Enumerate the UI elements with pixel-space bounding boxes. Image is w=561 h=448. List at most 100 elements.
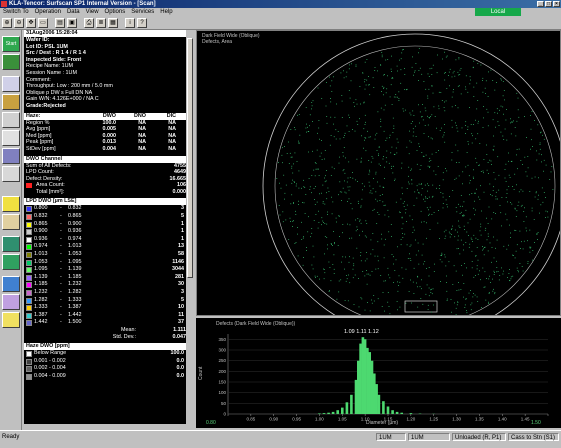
defect-dot <box>392 117 394 119</box>
network-icon[interactable] <box>2 294 20 310</box>
defect-dot <box>419 146 420 147</box>
lpd-bin-dash: - <box>60 289 62 295</box>
defect-dot <box>479 143 481 144</box>
haze-swatch[interactable] <box>26 373 32 380</box>
defect-dot <box>471 250 473 252</box>
tools-icon[interactable] <box>2 166 20 182</box>
help-icon[interactable]: ? <box>137 18 147 28</box>
defect-dot <box>383 130 385 132</box>
defect-dot <box>382 186 384 188</box>
menu-services[interactable]: Services <box>128 8 157 16</box>
defect-dot <box>469 194 470 196</box>
defect-dot <box>529 247 531 249</box>
defect-dot <box>543 170 544 172</box>
start-button[interactable]: Start <box>2 36 20 52</box>
setup-icon[interactable] <box>2 148 20 164</box>
defect-dot <box>330 175 332 176</box>
defect-dot <box>308 131 310 132</box>
export-icon[interactable] <box>2 214 20 230</box>
chart-icon[interactable] <box>2 94 20 110</box>
defect-dot <box>360 160 362 162</box>
defect-dot <box>490 282 491 283</box>
menu-data[interactable]: Data <box>64 8 83 16</box>
save-icon[interactable]: ▣ <box>67 18 77 28</box>
menu-operation[interactable]: Operation <box>32 8 64 16</box>
lpd-bin-swatch[interactable] <box>26 320 32 327</box>
report-icon[interactable]: ≣ <box>96 18 106 28</box>
lpd-bin-swatch[interactable] <box>26 282 32 289</box>
database-icon[interactable] <box>2 276 20 292</box>
overlay-icon[interactable] <box>2 254 20 270</box>
lpd-bin-swatch[interactable] <box>26 236 32 243</box>
maximize-button[interactable]: □ <box>545 1 552 7</box>
defect-dot <box>455 207 457 208</box>
lpd-bin-swatch[interactable] <box>26 305 32 312</box>
defect-dot <box>457 301 458 303</box>
select-icon[interactable]: ▭ <box>38 18 48 28</box>
zoom-in-icon[interactable]: ⊕ <box>2 18 12 28</box>
haze-swatch[interactable] <box>26 358 32 365</box>
panel-scrollbar-thumb[interactable] <box>187 38 193 278</box>
close-button[interactable]: × <box>553 1 560 7</box>
info-icon[interactable]: i <box>125 18 135 28</box>
lpd-bin-swatch[interactable] <box>26 259 32 266</box>
defect-dot <box>485 227 487 229</box>
menu-bar: Switch To Operation Data View Options Se… <box>0 8 561 16</box>
menu-switch-to[interactable]: Switch To <box>0 8 32 16</box>
lpd-bin-swatch[interactable] <box>26 221 32 228</box>
wafer-map-icon[interactable] <box>2 236 20 252</box>
pan-icon[interactable]: ✥ <box>26 18 36 28</box>
open-icon[interactable]: ▤ <box>55 18 65 28</box>
defect-dot <box>486 154 488 155</box>
lpd-bin-swatch[interactable] <box>26 214 32 221</box>
lpd-bin-swatch[interactable] <box>26 312 32 319</box>
haze-swatch[interactable] <box>26 351 32 358</box>
defect-dot <box>353 265 355 267</box>
defect-dot <box>510 133 512 135</box>
defect-dot <box>524 156 526 158</box>
grid-icon[interactable]: ▦ <box>108 18 118 28</box>
defect-dot <box>333 231 334 232</box>
defect-dot <box>393 96 395 98</box>
menu-view[interactable]: View <box>83 8 102 16</box>
defect-dot <box>417 276 419 278</box>
menu-help[interactable]: Help <box>157 8 175 16</box>
lpd-bin-swatch[interactable] <box>26 229 32 236</box>
calibrate-icon[interactable] <box>2 112 20 128</box>
dwo-row: Sum of All Defects: 4755 <box>24 163 186 170</box>
defect-dot <box>367 130 368 132</box>
haze-swatch[interactable] <box>26 366 32 373</box>
folder-icon[interactable] <box>2 196 20 212</box>
lpd-bin-swatch[interactable] <box>26 290 32 296</box>
lpd-bin-swatch[interactable] <box>26 274 32 281</box>
print-icon[interactable]: ⎙ <box>84 18 94 28</box>
lpd-bin-swatch[interactable] <box>26 252 32 259</box>
defect-dot <box>482 91 484 93</box>
defect-dot <box>416 185 418 187</box>
menu-options[interactable]: Options <box>102 8 129 16</box>
exit-icon[interactable] <box>2 312 20 328</box>
defect-dot <box>418 52 419 54</box>
minimize-button[interactable]: _ <box>537 1 544 7</box>
recipe-icon[interactable] <box>2 54 20 70</box>
panel-scrollbar[interactable] <box>186 30 194 424</box>
defect-dot <box>282 147 283 149</box>
lpd-bin-swatch[interactable] <box>26 297 32 304</box>
review-icon[interactable] <box>2 76 20 92</box>
defect-dot <box>457 239 459 241</box>
throughput: Throughput: Low : 200 mm / 5.0 mm <box>26 83 113 90</box>
defect-dot <box>516 184 517 186</box>
wafer-map-view[interactable]: Dark Field Wide (Oblique) Defects, Area <box>196 30 561 339</box>
defect-dot <box>474 214 475 216</box>
lpd-bin-swatch[interactable] <box>26 244 32 251</box>
lpd-bin-swatch[interactable] <box>26 267 32 274</box>
document-icon[interactable] <box>2 130 20 146</box>
defect-dot <box>398 98 400 99</box>
defect-dot <box>522 164 523 165</box>
wafer-map-canvas[interactable]: Dark Field Wide (Oblique) Defects, Area <box>197 31 561 339</box>
defect-dot <box>359 234 360 236</box>
zoom-out-icon[interactable]: ⊖ <box>14 18 24 28</box>
lpd-bin-swatch[interactable] <box>26 206 32 213</box>
defect-dot <box>531 207 533 209</box>
x-tick-label: 1.20 <box>406 417 415 422</box>
